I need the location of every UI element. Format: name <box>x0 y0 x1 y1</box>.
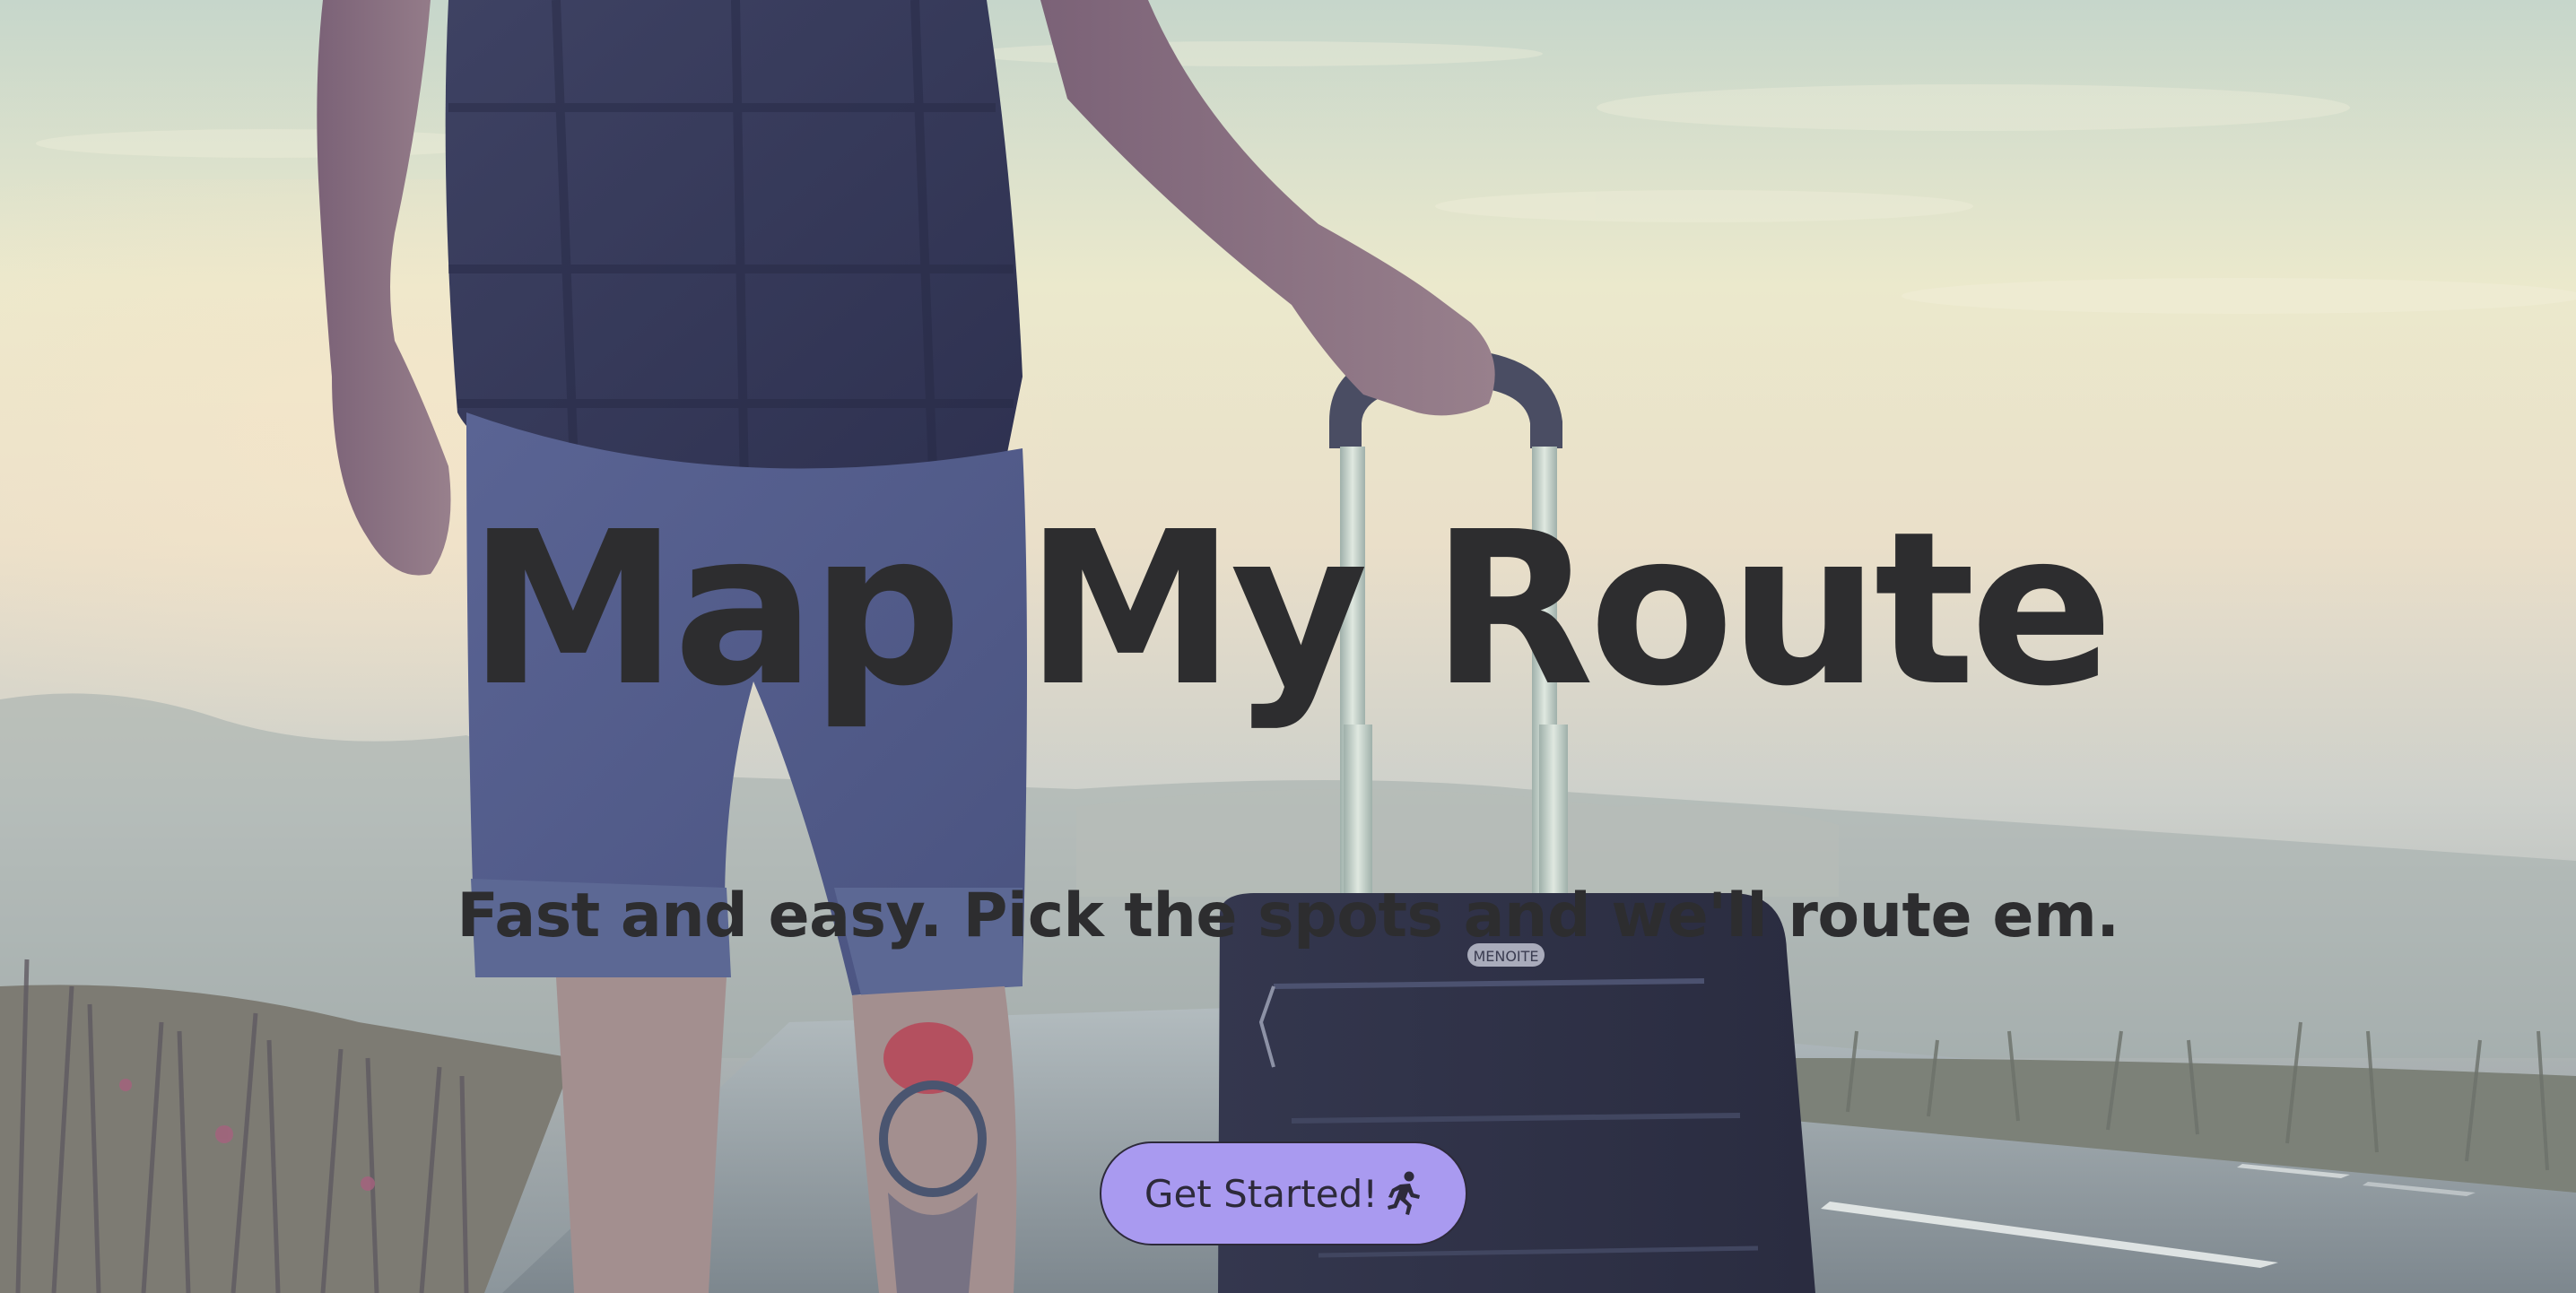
get-started-button[interactable]: Get Started! <box>1100 1141 1467 1245</box>
hero-section: MENOITE Map My Route Fast and easy. Pick… <box>0 0 2576 1293</box>
hero-subtitle: Fast and easy. Pick the spots and we'll … <box>457 881 2119 951</box>
hero-title: Map My Route <box>467 486 2114 733</box>
get-started-label: Get Started! <box>1144 1171 1379 1216</box>
running-person-icon <box>1383 1170 1423 1217</box>
